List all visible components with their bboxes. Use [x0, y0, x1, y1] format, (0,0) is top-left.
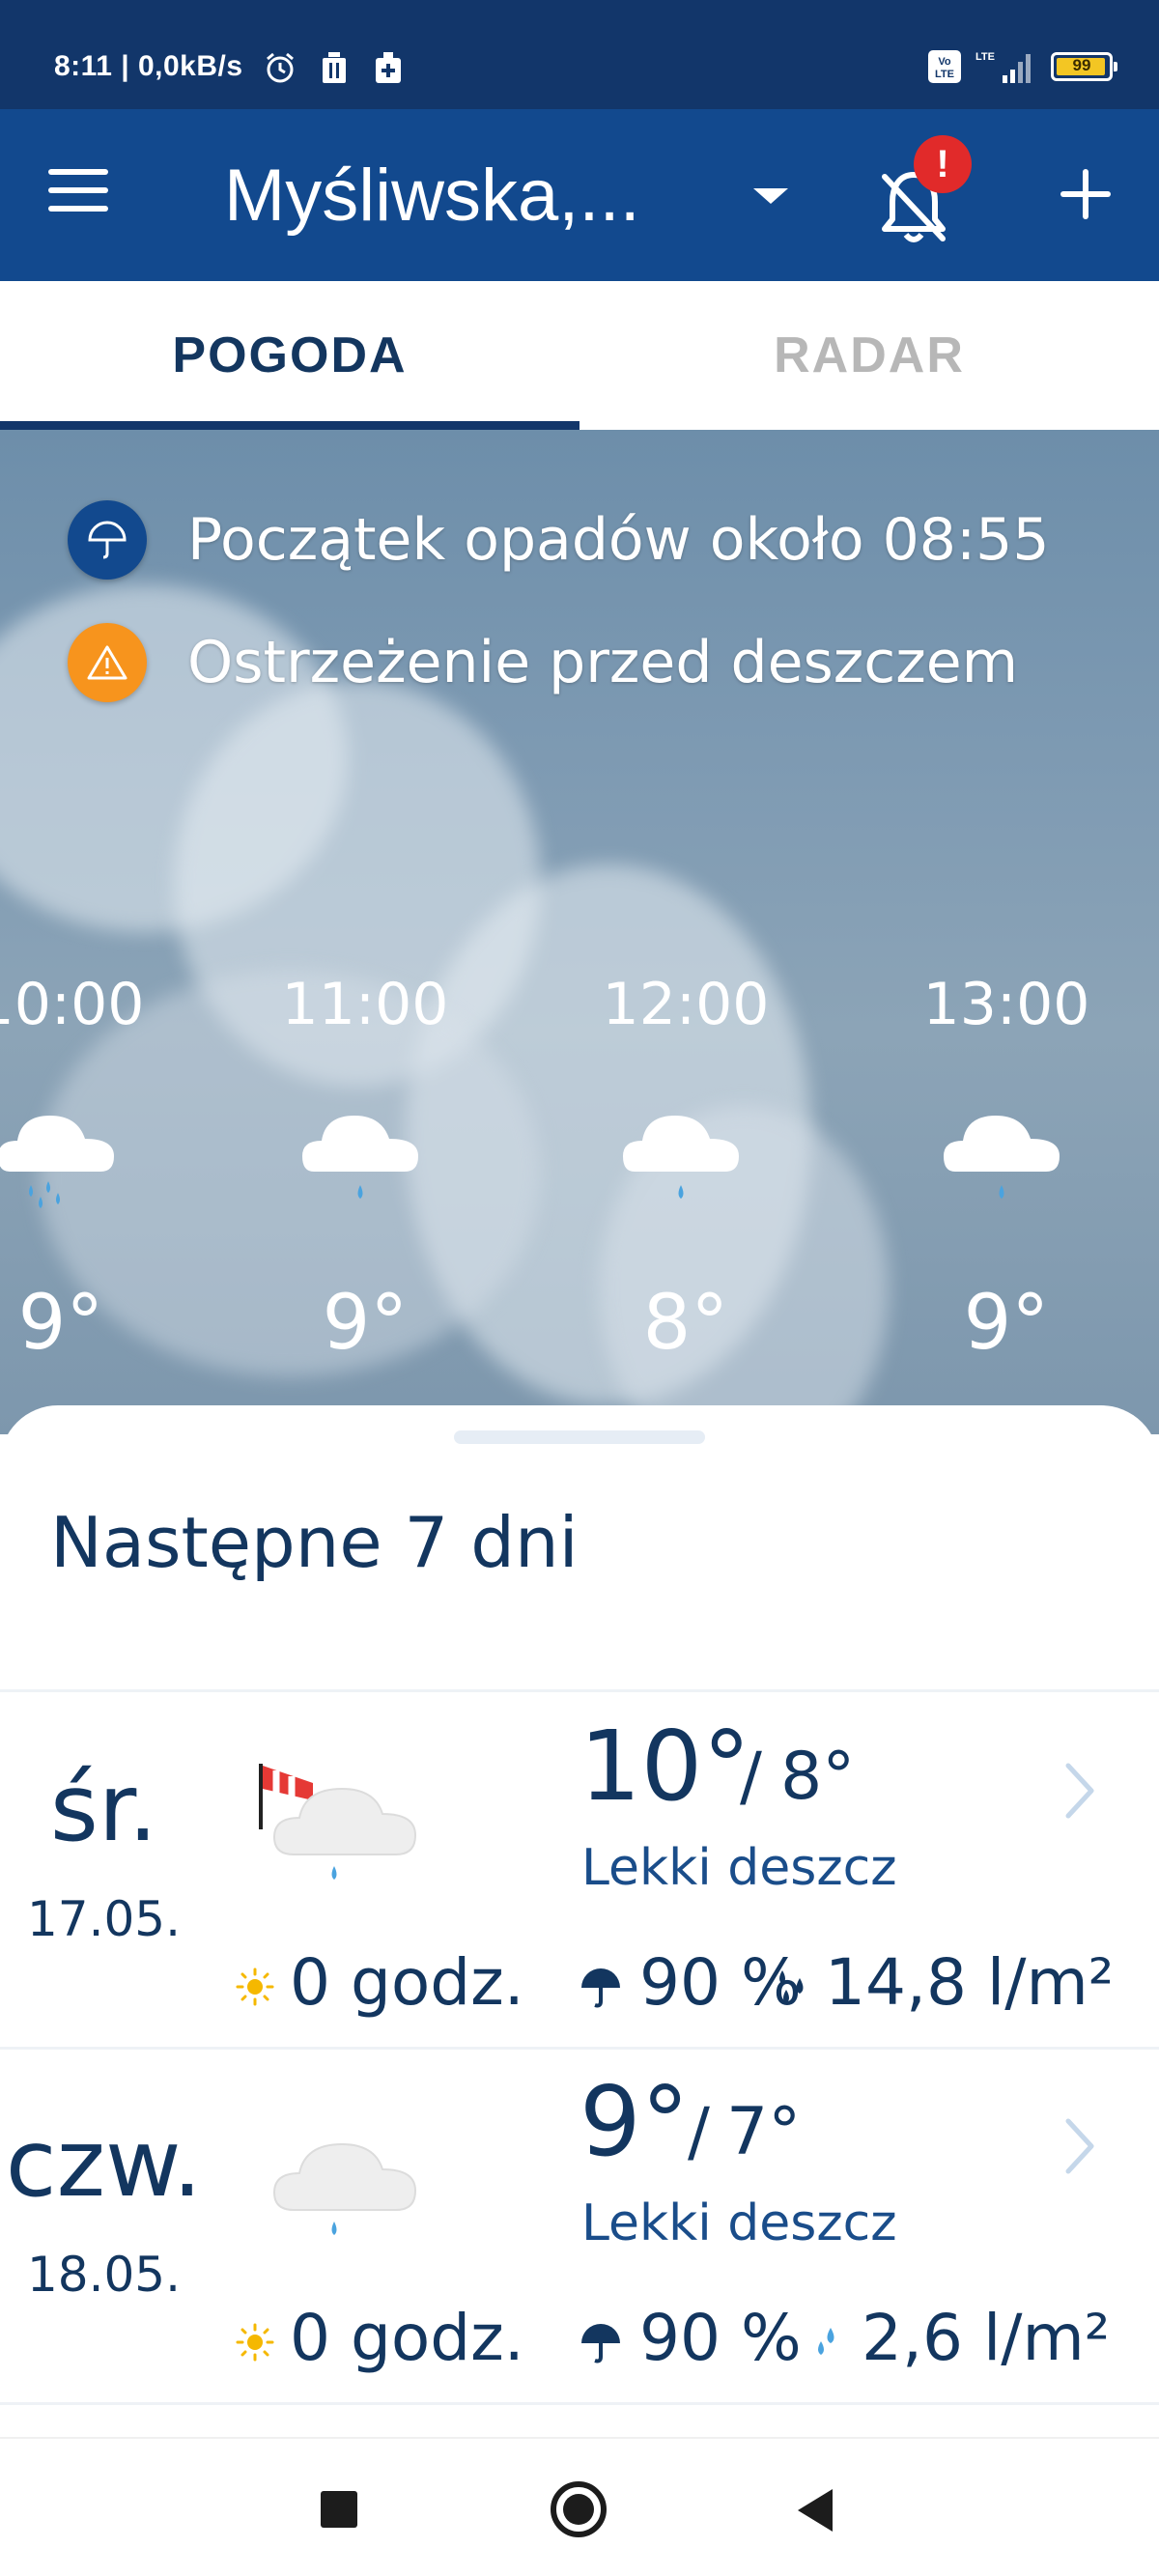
cloud-rain-light-icon [623, 1116, 739, 1199]
dropdown-caret-icon[interactable] [753, 188, 788, 204]
weather-background: Początek opadów około 08:55 Ostrzeżenie … [0, 430, 1159, 1434]
cloud-rain-heavy-icon [0, 1116, 114, 1208]
location-title[interactable]: Myśliwska,... [224, 154, 640, 238]
recents-button[interactable] [321, 2491, 357, 2528]
menu-button[interactable] [48, 169, 126, 223]
precip-amount: 2,6 l/m² [862, 2301, 1111, 2375]
alert-rain-warning-text: Ostrzeżenie przed deszczem [187, 629, 1019, 696]
rain-drops-icon [818, 2328, 834, 2355]
medkit-icon [376, 52, 401, 83]
temp-separator: / [740, 1739, 762, 1815]
menu-icon [48, 169, 108, 175]
sunshine-hours: 0 godz. [290, 2301, 524, 2375]
umbrella-icon [68, 500, 147, 580]
weather-description: Lekki deszcz [581, 1839, 897, 1897]
battery-icon: 99 [1051, 52, 1117, 81]
alert-precipitation-text: Początek opadów około 08:55 [187, 506, 1050, 574]
sun-icon [236, 1967, 274, 2006]
svg-text:Vo: Vo [938, 56, 951, 68]
chevron-right-icon[interactable] [1060, 2115, 1099, 2177]
divider [0, 2402, 1159, 2405]
hour-time: 10:00 [0, 971, 145, 1038]
trash-icon [323, 52, 346, 83]
hour-temp: 9° [17, 1280, 104, 1367]
umbrella-icon [581, 2324, 620, 2364]
sunshine-hours: 0 godz. [290, 1945, 524, 2020]
notification-badge: ! [914, 135, 972, 193]
volte-icon: Vo LTE [928, 50, 961, 83]
day-name: czw. [5, 2109, 203, 2218]
temp-max: 10° [580, 1710, 751, 1823]
tab-radar[interactable]: RADAR [580, 281, 1159, 430]
app-bar: Myśliwska,... ! [0, 109, 1159, 281]
forecast-sheet: Następne 7 dni śr. 17.05. 0 godz. 10° / … [0, 1405, 1159, 2437]
temp-min: 8° [780, 1739, 856, 1815]
hour-time: 11:00 [281, 971, 449, 1038]
temp-min: 7° [726, 2094, 802, 2170]
status-bar: 8:11 | 0,0kB/s Vo LTE LTE 99 [0, 0, 1159, 109]
alarm-icon [267, 52, 294, 83]
hour-temp: 9° [322, 1280, 409, 1367]
hour-time: 12:00 [602, 971, 770, 1038]
forecast-day-row[interactable]: śr. 17.05. 0 godz. 10° / 8° Lekki deszcz [0, 1692, 1159, 2048]
precip-probability: 90 % [639, 2301, 802, 2375]
svg-text:LTE: LTE [975, 51, 995, 63]
day-date: 18.05. [26, 2247, 182, 2303]
warning-icon [68, 623, 147, 702]
rain-drops-icon [779, 1970, 804, 2003]
cloud-rain-light-icon [944, 1116, 1060, 1199]
weather-description: Lekki deszcz [581, 2194, 897, 2252]
system-nav-bar [0, 2437, 1159, 2576]
home-button[interactable] [551, 2481, 607, 2537]
precip-amount: 14,8 l/m² [825, 1945, 1115, 2020]
sheet-drag-handle[interactable] [454, 1430, 705, 1444]
day-date: 17.05. [26, 1891, 182, 1947]
tab-pogoda[interactable]: POGODA [0, 281, 580, 430]
sun-icon [236, 2323, 274, 2362]
tab-bar: POGODA RADAR [0, 281, 1159, 430]
temp-separator: / [688, 2094, 710, 2170]
svg-text:LTE: LTE [935, 69, 954, 80]
alert-precipitation[interactable]: Początek opadów około 08:55 [68, 500, 1050, 580]
forecast-title: Następne 7 dni [50, 1502, 579, 1583]
plus-icon[interactable] [1053, 161, 1118, 227]
chevron-right-icon[interactable] [1060, 1760, 1099, 1822]
day-name: śr. [49, 1754, 158, 1862]
hour-time: 13:00 [922, 971, 1090, 1038]
tab-indicator [0, 421, 580, 430]
umbrella-icon [581, 1968, 620, 2008]
cloud-rain-light-icon [302, 1116, 418, 1199]
hour-temp: 8° [642, 1280, 729, 1367]
forecast-day-row[interactable]: czw. 18.05. 0 godz. 9° / 7° Lekki deszcz… [0, 2048, 1159, 2403]
status-time: 8:11 | 0,0kB/s [54, 50, 243, 82]
temp-max: 9° [580, 2065, 690, 2178]
signal-icon: LTE [975, 51, 1031, 83]
alert-rain-warning[interactable]: Ostrzeżenie przed deszczem [68, 623, 1018, 702]
back-button[interactable] [798, 2489, 833, 2532]
cloud-rain-icon [272, 2142, 417, 2235]
windy-cloud-rain-icon [259, 1764, 417, 1880]
battery-level: 99 [1072, 56, 1091, 74]
hour-temp: 9° [963, 1280, 1050, 1367]
